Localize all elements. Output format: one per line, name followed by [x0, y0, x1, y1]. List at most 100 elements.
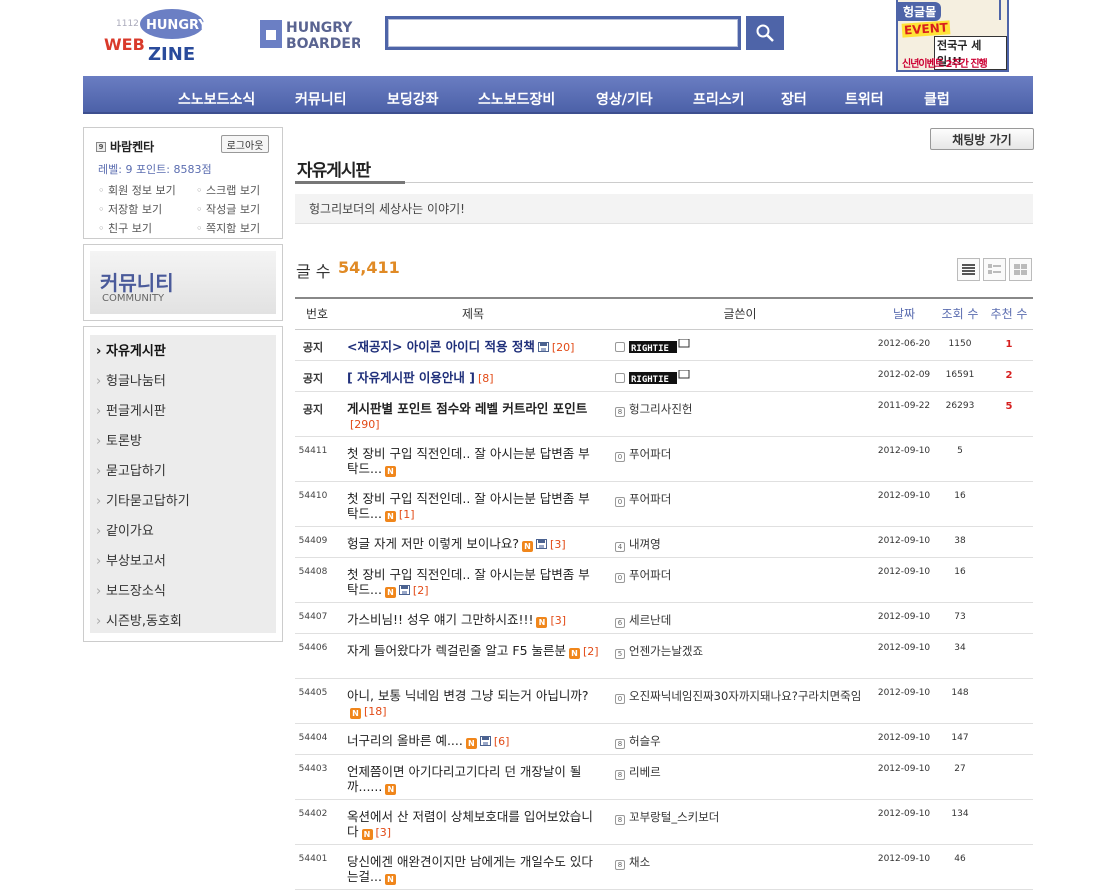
- search-button[interactable]: [746, 16, 784, 50]
- post-writer[interactable]: 세르난데: [629, 613, 671, 627]
- post-subject-link[interactable]: 첫 장비 구입 직전인데.. 잘 아시는분 답변좀 부탁드...: [347, 446, 590, 476]
- submenu-item[interactable]: 묻고답하기: [90, 457, 276, 487]
- submenu-item[interactable]: 토론방: [90, 427, 276, 457]
- logo-brand: HUNGRY: [146, 18, 208, 33]
- post-writer[interactable]: 푸어파더: [629, 492, 671, 506]
- hungry-webzine-logo[interactable]: HUNGRY 1112 WEB ZINE: [102, 6, 214, 66]
- nav-video-etc[interactable]: 영상/기타: [596, 89, 653, 109]
- comment-count[interactable]: [3]: [550, 614, 566, 627]
- chat-room-button[interactable]: 채팅방 가기: [930, 128, 1034, 150]
- post-subject-link[interactable]: 자게 들어왔다가 렉걸린줄 알고 F5 눌른분: [347, 643, 566, 658]
- nav-twitter[interactable]: 트위터: [845, 89, 884, 109]
- link-member-info[interactable]: 회원 정보 보기: [98, 182, 196, 198]
- link-my-posts[interactable]: 작성글 보기: [196, 201, 278, 217]
- table-row[interactable]: 54409 헝글 자게 저만 이렇게 보이나요? N [3] 4 내껴영 2012-09-1…: [295, 526, 1033, 558]
- post-views: 16591: [935, 360, 985, 392]
- nav-club[interactable]: 클럽: [924, 89, 950, 109]
- hungry-boarder-logo[interactable]: HUNGRY BOARDER: [258, 16, 362, 52]
- link-messages[interactable]: 쪽지함 보기: [196, 220, 278, 236]
- table-row[interactable]: 54403 언제쯤이면 아기다리고기다리 던 개장날이 될까...... N 8 리베르…: [295, 754, 1033, 800]
- comment-count[interactable]: [1]: [399, 508, 415, 521]
- link-saved[interactable]: 저장함 보기: [98, 201, 196, 217]
- post-writer[interactable]: 헝그리사진헌: [629, 402, 692, 416]
- post-date: 2012-09-10: [873, 526, 935, 558]
- table-row[interactable]: 공지 게시판별 포인트 점수와 레벨 커트라인 포인트 [290] 8 헝그리사진헌 20…: [295, 391, 1033, 437]
- post-writer-cell: 6 세르난데: [607, 602, 873, 634]
- post-recommend: [985, 436, 1033, 482]
- post-subject-link[interactable]: 헝글 자게 저만 이렇게 보이나요?: [347, 536, 519, 551]
- post-subject-link[interactable]: 첫 장비 구입 직전인데.. 잘 아시는분 답변좀 부탁드...: [347, 567, 590, 597]
- post-subject-link[interactable]: 가스비님!! 성우 얘기 그만하시죠!!!: [347, 612, 533, 627]
- post-writer[interactable]: 푸어파더: [629, 568, 671, 582]
- col-rec[interactable]: 추천 수: [985, 297, 1033, 330]
- table-row[interactable]: 공지[ 자유게시판 이용안내 ] [8] RIGHTIE 2012-02-09 1659…: [295, 360, 1033, 392]
- comment-count[interactable]: [6]: [494, 735, 510, 748]
- col-views[interactable]: 조회 수: [935, 297, 985, 330]
- submenu-item[interactable]: 기타묻고답하기: [90, 487, 276, 517]
- banner-tag: 헝글몰: [898, 2, 942, 21]
- post-writer[interactable]: 오진짜닉네임진짜30자까지돼나요?구라치면죽임: [629, 689, 861, 703]
- table-row[interactable]: 54408 첫 장비 구입 직전인데.. 잘 아시는분 답변좀 부탁드... N [2…: [295, 557, 1033, 603]
- submenu-item[interactable]: 펀글게시판: [90, 397, 276, 427]
- community-subtitle: COMMUNITY: [102, 293, 165, 304]
- webzine-view-button[interactable]: [983, 258, 1006, 281]
- table-row[interactable]: 54402 옥션에서 산 저렴이 상체보호대를 입어보았습니다 N [3] 8 꼬부랑털_…: [295, 799, 1033, 845]
- nav-snowboard-gear[interactable]: 스노보드장비: [478, 89, 555, 109]
- user-nickname[interactable]: 바람켄타: [110, 138, 154, 155]
- post-subject-link[interactable]: <재공지> 아이콘 아이디 적용 정책: [347, 339, 535, 354]
- post-writer[interactable]: 리베르: [629, 765, 661, 779]
- search-input[interactable]: [388, 19, 738, 47]
- table-row[interactable]: 54406 자게 들어왔다가 렉걸린줄 알고 F5 눌른분 N [2] 5 언젠가는날겠죠…: [295, 633, 1033, 679]
- new-icon: N: [384, 873, 396, 885]
- nav-boarding-lessons[interactable]: 보딩강좌: [387, 89, 439, 109]
- post-number: 54411: [295, 436, 339, 482]
- post-writer[interactable]: 내껴영: [629, 537, 661, 551]
- post-subject-link[interactable]: 언제쯤이면 아기다리고기다리 던 개장날이 될까......: [347, 764, 581, 794]
- post-writer[interactable]: 허슬우: [629, 734, 661, 748]
- table-row[interactable]: 54405 아니, 보통 닉네임 변경 그냥 되는거 아닙니까? N [18] 0 오진짜…: [295, 678, 1033, 724]
- post-writer[interactable]: 채소: [629, 855, 650, 869]
- post-subject-link[interactable]: 첫 장비 구입 직전인데.. 잘 아시는분 답변좀 부탁드...: [347, 491, 590, 521]
- nav-freeski[interactable]: 프리스키: [693, 89, 745, 109]
- submenu-item[interactable]: 헝글나눔터: [90, 367, 276, 397]
- comment-count[interactable]: [18]: [364, 705, 387, 718]
- post-subject-link[interactable]: 게시판별 포인트 점수와 레벨 커트라인 포인트: [347, 401, 587, 416]
- table-row[interactable]: 54407 가스비님!! 성우 얘기 그만하시죠!!! N [3] 6 세르난데 2012-…: [295, 602, 1033, 634]
- submenu-item[interactable]: 보드장소식: [90, 577, 276, 607]
- submenu-item[interactable]: 부상보고서: [90, 547, 276, 577]
- comment-count[interactable]: [3]: [376, 826, 392, 839]
- table-row[interactable]: 54401 당신에겐 애완견이지만 남에게는 개일수도 있다는걸... N 8 채소 20…: [295, 844, 1033, 890]
- writer-image-nickname[interactable]: RIGHTIE: [629, 338, 691, 355]
- nav-snowboard-news[interactable]: 스노보드소식: [178, 89, 255, 109]
- post-subject-link[interactable]: 아니, 보통 닉네임 변경 그냥 되는거 아닙니까?: [347, 688, 588, 703]
- event-banner[interactable]: 헝글몰 EVENT 전국구 세일!!! 신년이벤트 2주간 진행: [896, 0, 1009, 72]
- gallery-view-button[interactable]: [1009, 258, 1032, 281]
- post-subject-link[interactable]: [ 자유게시판 이용안내 ]: [347, 370, 475, 385]
- submenu-item[interactable]: 같이가요: [90, 517, 276, 547]
- writer-image-nickname[interactable]: RIGHTIE: [629, 369, 691, 386]
- comment-count[interactable]: [3]: [550, 538, 566, 551]
- nav-market[interactable]: 장터: [781, 89, 807, 109]
- link-friends[interactable]: 친구 보기: [98, 220, 196, 236]
- nav-community[interactable]: 커뮤니티: [295, 89, 347, 109]
- table-row[interactable]: 공지 <재공지> 아이콘 아이디 적용 정책 [20] RIGHTIE 2012-06-…: [295, 329, 1033, 361]
- table-row[interactable]: 54411 첫 장비 구입 직전인데.. 잘 아시는분 답변좀 부탁드... N 0 푸…: [295, 436, 1033, 482]
- table-row[interactable]: 54410 첫 장비 구입 직전인데.. 잘 아시는분 답변좀 부탁드... N [1…: [295, 481, 1033, 527]
- comment-count[interactable]: [2]: [583, 645, 599, 658]
- comment-count[interactable]: [20]: [552, 341, 575, 354]
- post-subject-link[interactable]: 당신에겐 애완견이지만 남에게는 개일수도 있다는걸...: [347, 854, 593, 884]
- col-date[interactable]: 날짜: [873, 297, 935, 330]
- logout-button[interactable]: 로그아웃: [221, 135, 269, 153]
- link-scrap[interactable]: 스크랩 보기: [196, 182, 278, 198]
- post-writer[interactable]: 꼬부랑털_스키보더: [629, 810, 719, 824]
- comment-count[interactable]: [2]: [413, 584, 429, 597]
- post-writer[interactable]: 언젠가는날겠죠: [629, 644, 703, 658]
- post-writer[interactable]: 푸어파더: [629, 447, 671, 461]
- list-view-button[interactable]: [957, 258, 980, 281]
- comment-count[interactable]: [8]: [478, 372, 494, 385]
- comment-count[interactable]: [290]: [350, 418, 380, 431]
- submenu-item[interactable]: 시즌방,동호회: [90, 607, 276, 637]
- table-row[interactable]: 54404 너구리의 올바른 예.... N [6] 8 허슬우 2012-09-10 147: [295, 723, 1033, 755]
- post-subject-link[interactable]: 너구리의 올바른 예....: [347, 733, 463, 748]
- submenu-item[interactable]: 자유게시판: [90, 337, 276, 367]
